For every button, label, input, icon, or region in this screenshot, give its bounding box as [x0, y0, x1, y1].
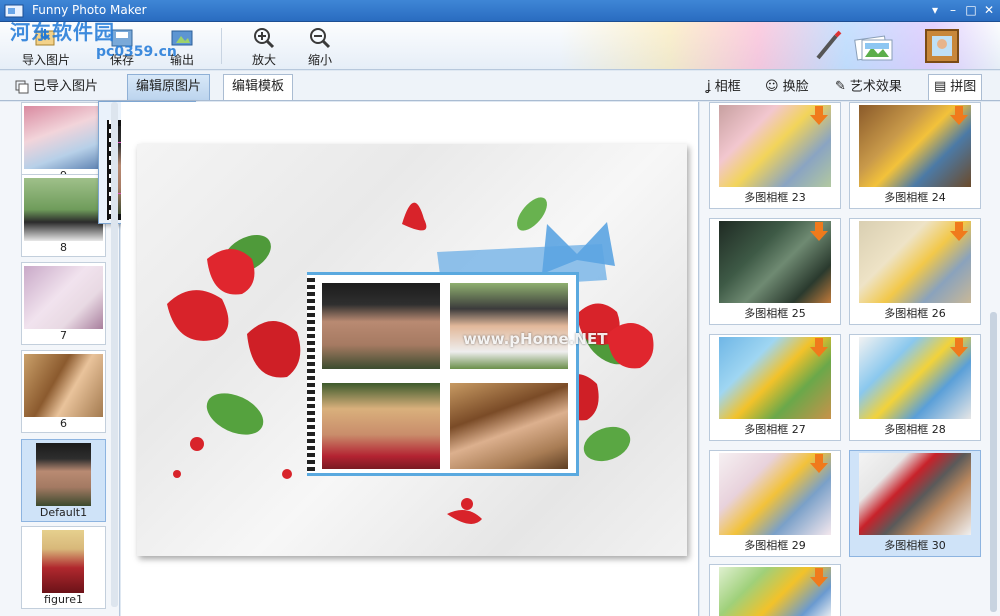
images-icon	[15, 80, 29, 93]
picture-frame-icon	[925, 29, 959, 63]
minimize-button[interactable]: –	[945, 2, 961, 19]
zoom-out-button[interactable]: 缩小	[294, 25, 346, 69]
zoom-in-icon	[254, 28, 275, 49]
template-26[interactable]: 多图相框 26	[849, 218, 981, 325]
download-arrow-icon[interactable]	[808, 567, 830, 589]
template-25[interactable]: 多图相框 25	[709, 218, 841, 325]
download-arrow-icon[interactable]	[948, 105, 970, 127]
collage-photo-4[interactable]	[450, 383, 568, 469]
thumbnail-6[interactable]: 6	[21, 350, 106, 433]
frame-icon: ʝ	[707, 79, 711, 94]
thumbnail-figure1[interactable]: figure1	[21, 526, 106, 609]
tab-art-effects[interactable]: ✎ 艺术效果	[830, 74, 907, 100]
menu-dropdown-icon[interactable]: ▾	[927, 2, 943, 19]
thumbnail-9[interactable]: 9	[21, 102, 106, 185]
center-left-border	[111, 102, 118, 607]
collage-photo-frame[interactable]	[307, 272, 579, 476]
maximize-button[interactable]: □	[963, 2, 979, 19]
template-thumbnail	[859, 453, 971, 535]
magic-wand-icon: ✎	[835, 79, 846, 94]
template-30[interactable]: 多图相框 30	[849, 450, 981, 557]
thumbnail-image	[24, 266, 103, 329]
thumbnail-8[interactable]: 8	[21, 174, 106, 257]
toolbar-separator	[221, 28, 222, 64]
photo-stack-icon	[854, 35, 893, 61]
tab-strip: 已导入图片 编辑原图片 编辑模板 ʝ 相框 ☺ 换脸 ✎ 艺术效果 ▤ 拼图	[0, 71, 1000, 101]
brush-icon	[816, 30, 842, 60]
thumbnail-image	[42, 530, 84, 593]
thumbnail-image	[36, 443, 91, 506]
collage-paper-background: www.pHome.NET	[137, 144, 687, 556]
download-arrow-icon[interactable]	[808, 221, 830, 243]
template-29[interactable]: 多图相框 29	[709, 450, 841, 557]
zoom-out-icon	[310, 28, 331, 49]
title-bar: Funny Photo Maker ▾ – □ ✕	[0, 0, 1000, 22]
film-border	[307, 275, 315, 473]
tab-face-swap[interactable]: ☺ 换脸	[760, 74, 814, 100]
watermark-url: pc0359.cn	[96, 44, 177, 60]
smile-icon: ☺	[765, 79, 779, 94]
tab-edit-original[interactable]: 编辑原图片	[127, 74, 211, 100]
template-27[interactable]: 多图相框 27	[709, 334, 841, 441]
watermark-logo: 河东软件园	[10, 20, 115, 44]
zoom-in-button[interactable]: 放大	[238, 25, 290, 69]
thumbnail-default1[interactable]: Default1	[21, 439, 106, 522]
collage-icon: ▤	[934, 79, 947, 94]
thumbnail-image	[24, 106, 103, 169]
window-title: Funny Photo Maker	[32, 3, 147, 17]
collage-photo-3[interactable]	[322, 383, 440, 469]
tab-edit-template[interactable]: 编辑模板	[223, 74, 294, 100]
tab-imported-images[interactable]: 已导入图片	[6, 74, 107, 100]
template-31[interactable]	[709, 564, 841, 616]
thumbnail-image	[24, 178, 103, 241]
download-arrow-icon[interactable]	[808, 453, 830, 475]
thumbnail-image	[24, 354, 103, 417]
collage-templates-panel: 多图相框 23 多图相框 24 多图相框 25 多图相框 26 多图相框 27 …	[700, 102, 1000, 616]
download-arrow-icon[interactable]	[808, 337, 830, 359]
close-button[interactable]: ✕	[981, 2, 997, 19]
right-scrollbar-thumb[interactable]	[990, 312, 997, 612]
thumbnail-7[interactable]: 7	[21, 262, 106, 345]
collage-photo-2[interactable]	[450, 283, 568, 369]
download-arrow-icon[interactable]	[948, 337, 970, 359]
center-watermark-text: www.pHome.NET	[463, 330, 608, 348]
editing-canvas[interactable]: www.pHome.NET	[111, 102, 699, 616]
download-arrow-icon[interactable]	[808, 105, 830, 127]
tab-collage[interactable]: ▤ 拼图	[928, 74, 983, 100]
tab-frame[interactable]: ʝ 相框	[702, 74, 746, 100]
download-arrow-icon[interactable]	[948, 221, 970, 243]
template-24[interactable]: 多图相框 24	[849, 102, 981, 209]
template-28[interactable]: 多图相框 28	[849, 334, 981, 441]
collage-photo-1[interactable]	[322, 283, 440, 369]
template-23[interactable]: 多图相框 23	[709, 102, 841, 209]
